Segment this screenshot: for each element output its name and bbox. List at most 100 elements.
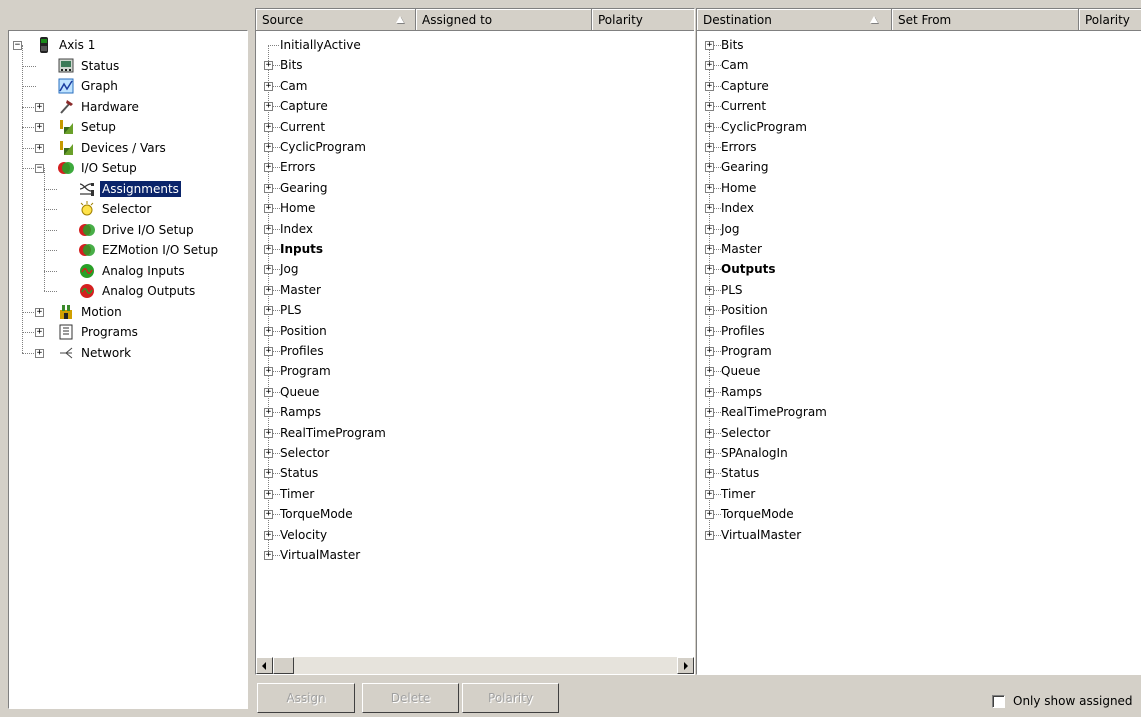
polarity-button[interactable]: Polarity bbox=[462, 683, 559, 713]
list-item[interactable]: + Capture bbox=[697, 76, 1141, 96]
list-item[interactable]: + Gearing bbox=[697, 157, 1141, 177]
tree-item-network[interactable]: Network bbox=[58, 343, 133, 363]
tree-item-analog-outputs[interactable]: Analog Outputs bbox=[79, 281, 197, 301]
list-item[interactable]: + CyclicProgram bbox=[697, 117, 1141, 137]
expand-icon[interactable]: + bbox=[705, 61, 714, 71]
list-item[interactable]: InitiallyActive bbox=[256, 35, 694, 55]
expand-icon[interactable]: + bbox=[705, 387, 714, 397]
list-item[interactable]: + Outputs bbox=[697, 259, 1141, 279]
source-polarity-column-header[interactable]: Polarity bbox=[592, 9, 694, 31]
destination-polarity-column-header[interactable]: Polarity bbox=[1079, 9, 1141, 31]
list-item[interactable]: + Index bbox=[256, 219, 694, 239]
expand-icon[interactable]: + bbox=[35, 143, 44, 153]
tree-item-i-o-setup[interactable]: I/O Setup bbox=[58, 158, 139, 178]
expand-icon[interactable]: + bbox=[264, 551, 273, 560]
expand-icon[interactable]: + bbox=[35, 348, 44, 358]
list-item[interactable]: + Profiles bbox=[256, 341, 694, 361]
source-column-header[interactable]: Source bbox=[256, 9, 416, 31]
list-item[interactable]: + Selector bbox=[697, 423, 1141, 443]
list-item[interactable]: + Errors bbox=[697, 137, 1141, 157]
list-item[interactable]: + PLS bbox=[697, 280, 1141, 300]
navigation-tree[interactable]: − Axis 1 Status Graph + Hardware + Setup + Device… bbox=[8, 30, 248, 709]
list-item[interactable]: + Program bbox=[697, 341, 1141, 361]
expand-icon[interactable]: + bbox=[705, 428, 714, 438]
scroll-left-button[interactable] bbox=[256, 657, 273, 674]
tree-item-hardware[interactable]: Hardware bbox=[58, 97, 141, 117]
list-item[interactable]: + Jog bbox=[697, 219, 1141, 239]
list-item[interactable]: + Position bbox=[697, 300, 1141, 320]
tree-item-analog-inputs[interactable]: Analog Inputs bbox=[79, 261, 187, 281]
list-item[interactable]: + Current bbox=[256, 117, 694, 137]
expand-icon[interactable]: + bbox=[35, 307, 44, 317]
list-item[interactable]: + TorqueMode bbox=[256, 504, 694, 524]
expand-icon[interactable]: + bbox=[705, 265, 714, 275]
expand-icon[interactable]: + bbox=[264, 183, 273, 193]
expand-icon[interactable]: + bbox=[705, 102, 714, 112]
expand-icon[interactable]: + bbox=[705, 367, 714, 377]
expand-icon[interactable]: + bbox=[264, 469, 273, 479]
expand-icon[interactable]: + bbox=[705, 224, 714, 234]
list-item[interactable]: + Jog bbox=[256, 259, 694, 279]
list-item[interactable]: + VirtualMaster bbox=[697, 525, 1141, 545]
expand-icon[interactable]: + bbox=[705, 326, 714, 336]
expand-icon[interactable]: + bbox=[705, 122, 714, 132]
expand-icon[interactable]: + bbox=[705, 469, 714, 479]
destination-column-header[interactable]: Destination bbox=[697, 9, 892, 31]
expand-icon[interactable]: + bbox=[264, 530, 273, 540]
list-item[interactable]: + Errors bbox=[256, 157, 694, 177]
list-item[interactable]: + Timer bbox=[697, 484, 1141, 504]
expand-icon[interactable]: + bbox=[705, 306, 714, 316]
expand-icon[interactable]: + bbox=[705, 41, 714, 50]
list-item[interactable]: + Home bbox=[697, 178, 1141, 198]
list-item[interactable]: + Capture bbox=[256, 96, 694, 116]
list-item[interactable]: + Gearing bbox=[256, 178, 694, 198]
list-item[interactable]: + Current bbox=[697, 96, 1141, 116]
expand-icon[interactable]: + bbox=[264, 204, 273, 214]
tree-item-selector[interactable]: Selector bbox=[79, 199, 153, 219]
list-item[interactable]: + RealTimeProgram bbox=[697, 402, 1141, 422]
expand-icon[interactable]: + bbox=[705, 204, 714, 214]
expand-icon[interactable]: + bbox=[705, 489, 714, 499]
source-horizontal-scrollbar[interactable] bbox=[256, 657, 694, 674]
list-item[interactable]: + Home bbox=[256, 198, 694, 218]
tree-item-assignments[interactable]: Assignments bbox=[79, 179, 181, 199]
tree-item-setup[interactable]: Setup bbox=[58, 117, 118, 137]
expand-icon[interactable]: + bbox=[705, 143, 714, 152]
delete-button[interactable]: Delete bbox=[362, 683, 459, 713]
expand-icon[interactable]: + bbox=[264, 449, 273, 458]
tree-item-graph[interactable]: Graph bbox=[58, 76, 120, 96]
list-item[interactable]: + RealTimeProgram bbox=[256, 423, 694, 443]
expand-icon[interactable]: + bbox=[264, 285, 273, 295]
list-item[interactable]: + Cam bbox=[697, 55, 1141, 75]
checkbox-box[interactable] bbox=[992, 694, 1005, 708]
list-item[interactable]: + PLS bbox=[256, 300, 694, 320]
list-item[interactable]: + Queue bbox=[256, 382, 694, 402]
expand-icon[interactable]: + bbox=[264, 367, 273, 377]
expand-icon[interactable]: + bbox=[705, 510, 714, 520]
expand-icon[interactable]: + bbox=[264, 163, 273, 173]
list-item[interactable]: + Ramps bbox=[256, 402, 694, 422]
tree-item-axis-1[interactable]: Axis 1 bbox=[36, 35, 97, 55]
destination-list[interactable]: Destination Set From Polarity + Bits + Cam +… bbox=[696, 8, 1141, 675]
expand-icon[interactable]: + bbox=[705, 163, 714, 173]
list-item[interactable]: + Ramps bbox=[697, 382, 1141, 402]
tree-item-programs[interactable]: Programs bbox=[58, 322, 140, 342]
expand-icon[interactable]: + bbox=[35, 123, 44, 132]
expand-icon[interactable]: + bbox=[264, 265, 273, 275]
list-item[interactable]: + Status bbox=[697, 463, 1141, 483]
only-show-assigned-checkbox[interactable]: Only show assigned bbox=[992, 694, 1133, 708]
expand-icon[interactable]: + bbox=[705, 347, 714, 356]
expand-icon[interactable]: + bbox=[705, 285, 714, 295]
expand-icon[interactable]: + bbox=[35, 328, 44, 337]
set-from-column-header[interactable]: Set From bbox=[892, 9, 1079, 31]
list-item[interactable]: + Master bbox=[697, 239, 1141, 259]
expand-icon[interactable]: + bbox=[264, 347, 273, 356]
tree-item-status[interactable]: Status bbox=[58, 56, 121, 76]
list-item[interactable]: + Timer bbox=[256, 484, 694, 504]
tree-item-ezmotion-i-o-setup[interactable]: EZMotion I/O Setup bbox=[79, 240, 220, 260]
assigned-to-column-header[interactable]: Assigned to bbox=[416, 9, 592, 31]
list-item[interactable]: + Program bbox=[256, 361, 694, 381]
list-item[interactable]: + Selector bbox=[256, 443, 694, 463]
expand-icon[interactable]: + bbox=[264, 224, 273, 234]
source-list[interactable]: Source Assigned to Polarity InitiallyAct… bbox=[255, 8, 695, 675]
